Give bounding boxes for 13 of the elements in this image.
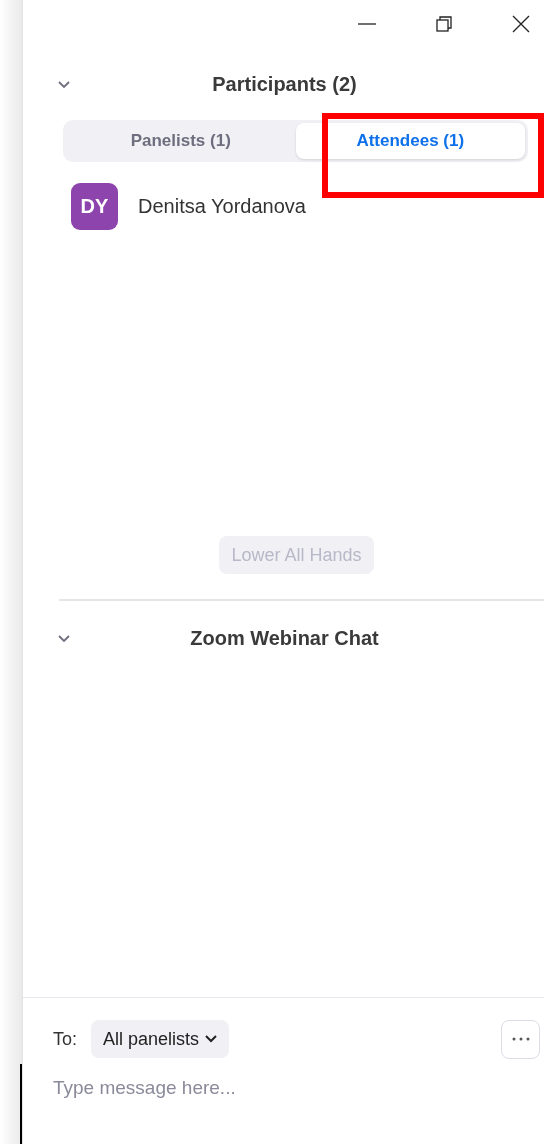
tab[interactable]: Attendees (1) [295, 123, 525, 159]
avatar: DY [71, 182, 118, 230]
chevron-down-icon [205, 1035, 218, 1043]
message-input[interactable]: Type message here... [53, 1068, 524, 1108]
close-icon[interactable] [512, 15, 530, 33]
section-title: Zoom Webinar Chat [189, 626, 380, 651]
recipient-dropdown[interactable]: All panelists [91, 1020, 230, 1058]
restore-icon[interactable] [436, 16, 452, 32]
more-icon [511, 1037, 530, 1041]
to-label: To: [53, 1027, 77, 1051]
participant-name[interactable]: Denitsa Yordanova [138, 191, 306, 221]
tab[interactable]: Panelists (1) [66, 123, 296, 159]
section-title: Participants (2) [211, 72, 358, 97]
